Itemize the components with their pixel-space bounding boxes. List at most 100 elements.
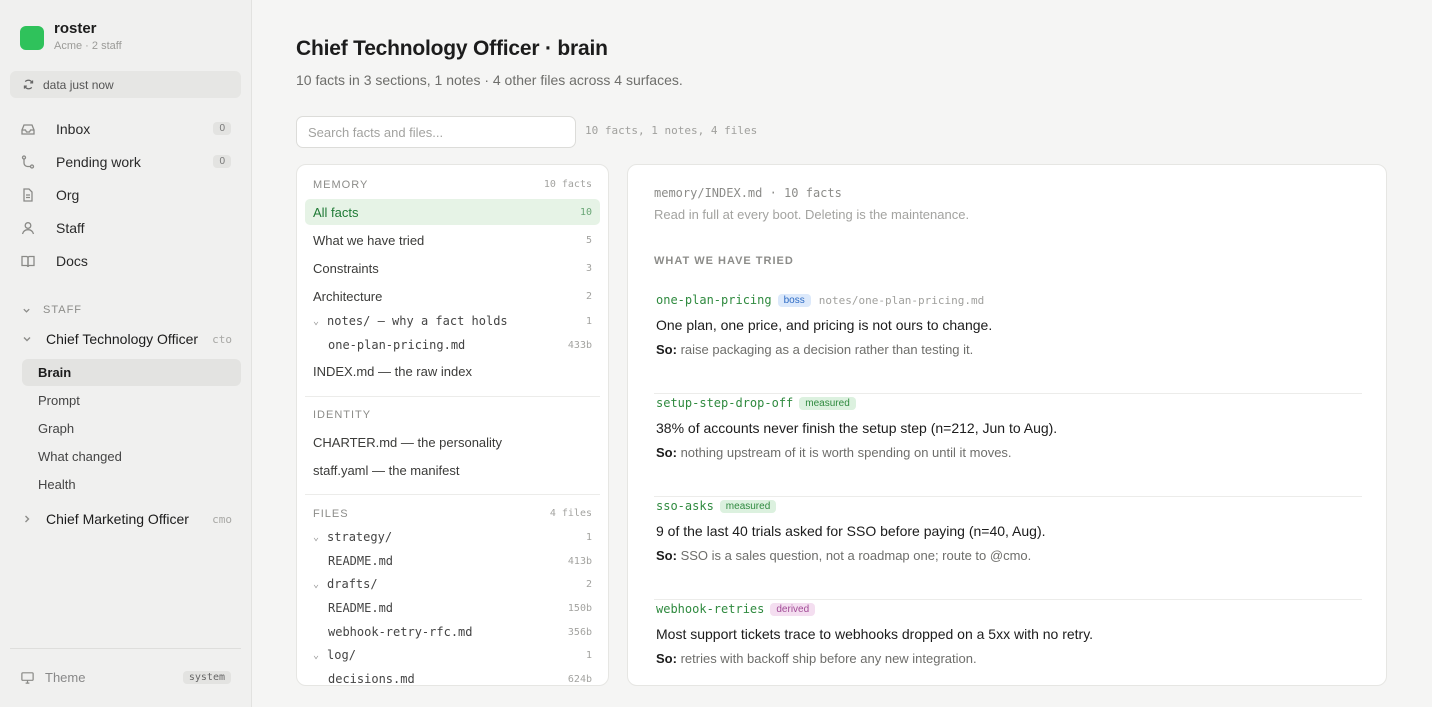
notes-folder[interactable]: ⌄ notes/ — why a fact holds 1 [305,308,600,334]
agent-cto[interactable]: Chief Technology Officer cto [22,331,232,347]
fact-so: So: nothing upstream of it is worth spen… [656,445,1012,460]
theme-toggle[interactable]: Theme system [20,670,231,685]
item-count: 5 [585,234,592,246]
agent-tab-prompt[interactable]: Prompt [22,387,241,414]
folder-count: 1 [585,531,592,543]
theme-value: system [182,671,231,684]
inbox-count: 0 [213,122,231,135]
fact-statement: Most support tickets trace to webhooks d… [656,626,1094,642]
fact-card[interactable]: webhook-retries derived Most support tic… [654,602,1362,685]
search-input[interactable] [296,116,576,148]
book-icon [20,253,36,269]
so-text: raise packaging as a decision rather tha… [680,342,974,357]
folder-log[interactable]: ⌄ log/ 1 [305,642,600,668]
nav-label: Docs [56,252,88,269]
memory-item-all-facts[interactable]: All facts 10 [305,199,600,225]
fact-badge: derived [770,602,816,616]
file-label: webhook-retry-rfc.md [328,625,473,639]
chevron-down-icon: ⌄ [313,315,320,327]
nav-label: Pending work [56,153,141,170]
agent-cmo[interactable]: Chief Marketing Officer cmo [22,511,232,527]
memory-count: 10 facts [543,179,592,190]
memory-item-what-we-have-tried[interactable]: What we have tried 5 [305,227,600,253]
chevron-down-icon: ⌄ [313,649,320,661]
item-label: What we have tried [313,232,425,248]
folder-count: 2 [585,578,592,590]
folder-strategy[interactable]: ⌄ strategy/ 1 [305,524,600,550]
index-file[interactable]: INDEX.md — the raw index [305,358,600,384]
file-size: 433b [567,339,592,351]
identity-manifest[interactable]: staff.yaml — the manifest [305,457,600,483]
file-size: 150b [567,602,592,614]
identity-heading: IDENTITY [313,409,592,421]
fact-key[interactable]: webhook-retries [656,602,764,616]
memory-heading-label: MEMORY [313,179,369,191]
chevron-down-icon: ⌄ [313,578,320,590]
agent-tab-health[interactable]: Health [22,471,241,498]
main-nav: Inbox 0 Pending work 0 Org Staff Docs [10,112,241,277]
nav-label: Org [56,186,80,203]
branch-icon [20,154,36,170]
memory-item-constraints[interactable]: Constraints 3 [305,255,600,281]
memory-item-architecture[interactable]: Architecture 2 [305,283,600,309]
agent-tag: cmo [212,512,232,526]
folder-drafts[interactable]: ⌄ drafts/ 2 [305,571,600,597]
nav-item-org[interactable]: Org [10,178,241,211]
fact-key[interactable]: sso-asks [656,499,714,513]
file-item[interactable]: README.md 150b [305,595,600,621]
inbox-icon [20,121,36,137]
theme-label: Theme [45,670,86,685]
staff-section-toggle[interactable]: STAFF [22,304,82,316]
document-icon [20,187,36,203]
fact-so: So: raise packaging as a decision rather… [656,342,973,357]
files-heading: FILES 4 files [313,508,592,520]
item-count: 3 [585,262,592,274]
agent-tab-brain[interactable]: Brain [22,359,241,386]
file-label: decisions.md [328,672,415,686]
folder-label: strategy/ [327,530,393,544]
fact-card[interactable]: setup-step-drop-off measured 38% of acco… [654,396,1362,497]
file-item[interactable]: decisions.md 624b [305,666,600,686]
monitor-icon [21,672,34,684]
staff-heading: STAFF [43,304,83,316]
file-label: README.md [328,554,394,568]
file-size: 624b [567,673,592,685]
fact-card[interactable]: sso-asks measured 9 of the last 40 trial… [654,499,1362,600]
brand[interactable]: roster Acme · 2 staff [20,20,122,52]
so-label: So: [656,342,677,357]
agent-tab-graph[interactable]: Graph [22,415,241,442]
file-label: one-plan-pricing.md [328,338,466,352]
chevron-down-icon [23,337,31,342]
agent-tab-what-changed[interactable]: What changed [22,443,241,470]
fact-key[interactable]: setup-step-drop-off [656,396,793,410]
fact-statement: 9 of the last 40 trials asked for SSO be… [656,523,1046,539]
nav-item-inbox[interactable]: Inbox 0 [10,112,241,145]
fact-key[interactable]: one-plan-pricing [656,293,772,307]
nav-item-staff[interactable]: Staff [10,211,241,244]
fact-card[interactable]: one-plan-pricing boss notes/one-plan-pri… [654,293,1362,394]
identity-charter[interactable]: CHARTER.md — the personality [305,429,600,455]
fact-so: So: retries with backoff ship before any… [656,651,977,666]
item-count: 10 [579,206,592,218]
sidebar: roster Acme · 2 staff data just now Inbo… [0,0,252,707]
item-label: Architecture [313,288,383,304]
nav-item-docs[interactable]: Docs [10,244,241,277]
page-subtitle: 10 facts in 3 sections, 1 notes · 4 othe… [296,72,683,88]
notes-file[interactable]: one-plan-pricing.md 433b [305,332,600,358]
files-count: 4 files [549,508,592,519]
chevron-down-icon: ⌄ [313,531,320,543]
so-text: SSO is a sales question, not a roadmap o… [680,548,1032,563]
refresh-icon [23,79,34,90]
fact-badge: boss [777,293,811,307]
nav-item-pending-work[interactable]: Pending work 0 [10,145,241,178]
sync-button[interactable]: data just now [10,71,241,98]
divider [10,648,241,649]
file-size: 356b [567,626,592,638]
fact-so: So: SSO is a sales question, not a roadm… [656,548,1031,563]
chevron-right-icon [25,515,30,523]
folder-label: notes/ — why a fact holds [327,314,508,328]
pending-count: 0 [213,155,231,168]
files-heading-label: FILES [313,508,349,520]
item-count: 2 [585,290,592,302]
fact-note-link[interactable]: notes/one-plan-pricing.md [819,294,985,307]
